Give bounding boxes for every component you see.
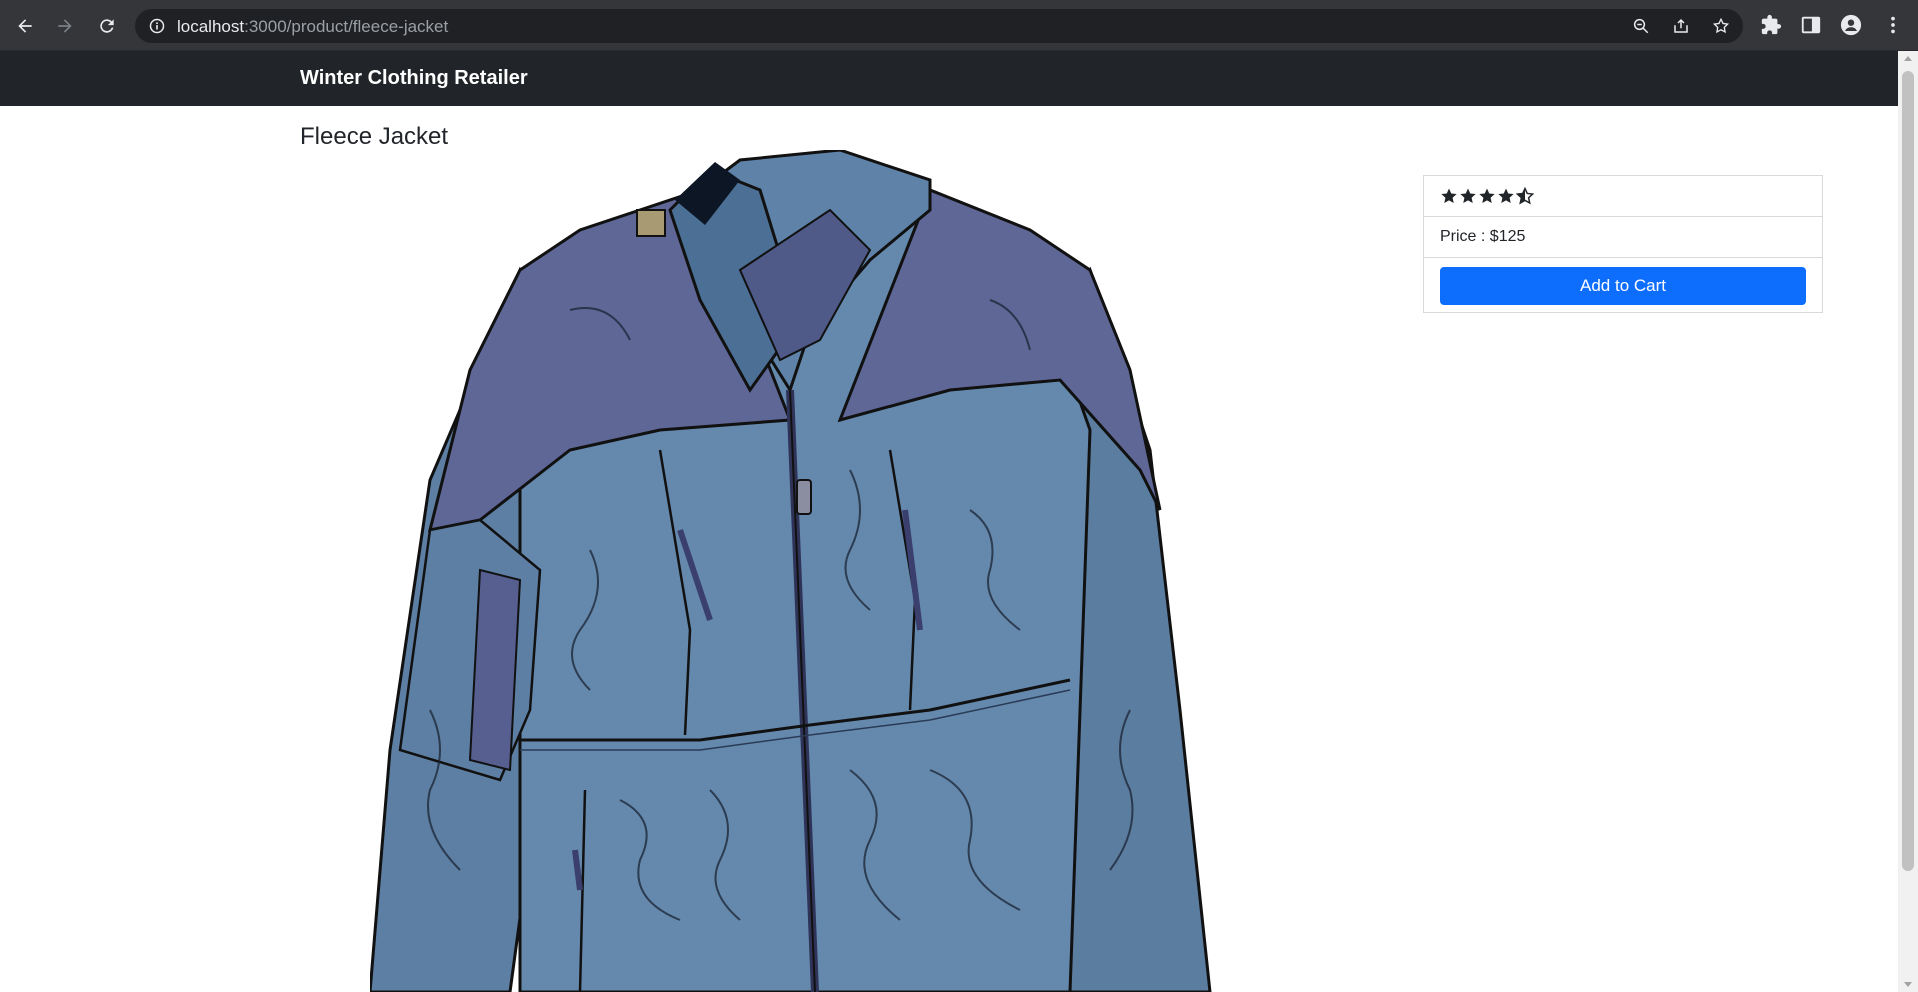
star-full-icon bbox=[1460, 188, 1476, 204]
purchase-card: Price : $125 Add to Cart bbox=[1423, 175, 1823, 313]
profile-icon[interactable] bbox=[1840, 14, 1862, 36]
reload-icon bbox=[100, 19, 114, 33]
side-panel-icon[interactable] bbox=[1800, 14, 1822, 36]
scroll-down-arrow-icon[interactable] bbox=[1904, 982, 1912, 987]
back-icon bbox=[18, 19, 32, 33]
star-half-icon bbox=[1516, 187, 1534, 205]
price-text: Price : $125 bbox=[1440, 228, 1526, 245]
scroll-thumb[interactable] bbox=[1902, 71, 1914, 871]
app-navbar: Winter Clothing Retailer bbox=[0, 51, 1898, 106]
forward-button[interactable] bbox=[50, 11, 80, 41]
browser-toolbar: localhost:3000/product/fleece-jacket bbox=[0, 0, 1918, 51]
price-row: Price : $125 bbox=[1424, 217, 1822, 258]
star-full-icon bbox=[1441, 188, 1457, 204]
reload-button[interactable] bbox=[92, 11, 122, 41]
page-scrollbar[interactable] bbox=[1898, 51, 1918, 992]
address-bar[interactable]: localhost:3000/product/fleece-jacket bbox=[135, 9, 1743, 43]
menu-icon[interactable] bbox=[1882, 14, 1904, 36]
page-title: Fleece Jacket bbox=[300, 123, 449, 150]
forward-icon bbox=[58, 19, 72, 33]
star-full-icon bbox=[1498, 188, 1514, 204]
url-text[interactable]: localhost:3000/product/fleece-jacket bbox=[177, 17, 448, 37]
star-rating bbox=[1440, 187, 1534, 205]
share-icon[interactable] bbox=[1672, 17, 1690, 35]
url-path: :3000/product/fleece-jacket bbox=[244, 17, 449, 36]
rating-row bbox=[1424, 176, 1822, 217]
zoom-icon[interactable] bbox=[1632, 17, 1650, 35]
back-button[interactable] bbox=[10, 11, 40, 41]
add-to-cart-button[interactable]: Add to Cart bbox=[1440, 267, 1806, 305]
fleece-jacket-illustration bbox=[370, 150, 1212, 992]
bookmark-star-icon[interactable] bbox=[1712, 17, 1730, 35]
site-info-icon[interactable] bbox=[149, 18, 165, 34]
extensions-icon[interactable] bbox=[1760, 14, 1782, 36]
url-host: localhost bbox=[177, 17, 245, 36]
scroll-up-arrow-icon[interactable] bbox=[1904, 56, 1912, 61]
brand-link[interactable]: Winter Clothing Retailer bbox=[300, 67, 528, 90]
star-full-icon bbox=[1479, 188, 1495, 204]
product-image bbox=[370, 150, 1230, 992]
